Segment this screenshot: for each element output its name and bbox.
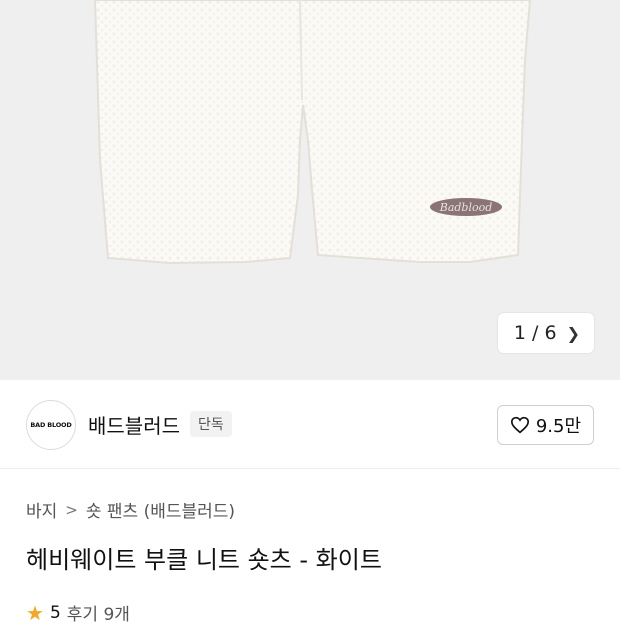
heart-icon [510,416,529,434]
pager-current: 1 [513,322,526,344]
product-image-gallery[interactable]: Badblood 1 / 6 ❯ [0,0,620,380]
chevron-right-icon: ❯ [566,323,580,343]
breadcrumb-item-subcategory[interactable]: 숏 팬츠 (배드블러드) [86,497,235,522]
exclusive-badge: 단독 [190,411,232,437]
chevron-right-icon: > [65,500,78,519]
like-button[interactable]: 9.5만 [496,405,594,445]
product-title: 헤비웨이트 부클 니트 숏츠 - 화이트 [26,546,382,574]
logo-patch: Badblood [439,201,493,214]
brand-name[interactable]: 배드블러드 [88,410,180,439]
rating-summary[interactable]: ★ 5 후기 9개 [26,600,130,625]
image-pager[interactable]: 1 / 6 ❯ [497,313,594,353]
brand-logo-text: BAD BLOOD [30,421,72,429]
brand-row[interactable]: BAD BLOOD 배드블러드 단독 9.5만 [0,380,620,469]
breadcrumb: 바지 > 숏 팬츠 (배드블러드) [26,497,235,523]
breadcrumb-item-category[interactable]: 바지 [26,497,57,522]
review-count[interactable]: 후기 9개 [67,600,130,625]
brand-logo[interactable]: BAD BLOOD [26,400,76,450]
pager-separator: / [532,322,539,344]
pager-total: 6 [544,322,557,344]
like-count: 9.5만 [535,416,581,437]
star-icon: ★ [26,600,44,625]
